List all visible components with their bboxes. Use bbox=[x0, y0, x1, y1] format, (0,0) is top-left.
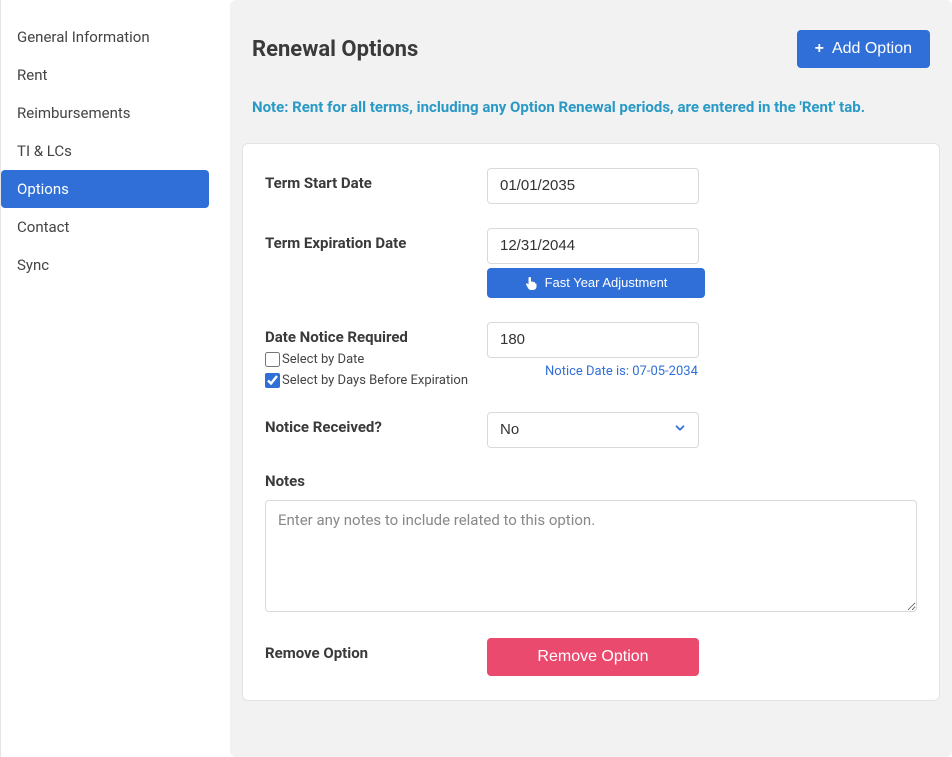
page-header: Renewal Options + Add Option bbox=[242, 0, 940, 68]
term-expiration-row: Term Expiration Date Fast Year Adjustmen… bbox=[265, 228, 917, 298]
sidebar: General Information Rent Reimbursements … bbox=[0, 0, 210, 757]
hand-pointer-icon bbox=[525, 276, 537, 290]
info-note: Note: Rent for all terms, including any … bbox=[242, 68, 922, 129]
term-start-input[interactable] bbox=[487, 168, 699, 204]
notes-textarea[interactable] bbox=[265, 500, 917, 612]
sidebar-item-options[interactable]: Options bbox=[1, 170, 209, 208]
select-by-date-label: Select by Date bbox=[282, 352, 364, 367]
select-by-date-checkbox-row[interactable]: Select by Date bbox=[265, 352, 487, 367]
date-notice-row: Date Notice Required Select by Date Sele… bbox=[265, 322, 917, 388]
select-by-days-checkbox-row[interactable]: Select by Days Before Expiration bbox=[265, 373, 487, 388]
select-by-days-label: Select by Days Before Expiration bbox=[282, 373, 468, 388]
add-option-label: Add Option bbox=[832, 40, 912, 58]
date-notice-label: Date Notice Required bbox=[265, 328, 408, 346]
sidebar-item-general-information[interactable]: General Information bbox=[1, 18, 210, 56]
select-by-days-checkbox[interactable] bbox=[265, 373, 280, 388]
notice-date-text: Notice Date is: 07-05-2034 bbox=[545, 364, 917, 379]
remove-option-row: Remove Option Remove Option bbox=[265, 638, 917, 676]
notice-received-label: Notice Received? bbox=[265, 418, 382, 436]
sidebar-item-ti-lcs[interactable]: TI & LCs bbox=[1, 132, 210, 170]
sidebar-item-rent[interactable]: Rent bbox=[1, 56, 210, 94]
notes-block: Notes bbox=[265, 472, 917, 616]
term-start-label: Term Start Date bbox=[265, 174, 372, 192]
term-expiration-label: Term Expiration Date bbox=[265, 234, 406, 252]
notice-received-select-wrapper[interactable]: No bbox=[487, 412, 699, 448]
select-by-date-checkbox[interactable] bbox=[265, 352, 280, 367]
sidebar-item-reimbursements[interactable]: Reimbursements bbox=[1, 94, 210, 132]
add-option-button[interactable]: + Add Option bbox=[797, 30, 930, 68]
sidebar-item-sync[interactable]: Sync bbox=[1, 246, 210, 284]
fast-year-label: Fast Year Adjustment bbox=[545, 275, 668, 290]
page-title: Renewal Options bbox=[252, 37, 418, 62]
main-content: Renewal Options + Add Option Note: Rent … bbox=[230, 0, 952, 757]
sidebar-item-contact[interactable]: Contact bbox=[1, 208, 210, 246]
date-notice-input[interactable] bbox=[487, 322, 699, 358]
notice-received-row: Notice Received? No bbox=[265, 412, 917, 448]
plus-icon: + bbox=[815, 41, 824, 57]
fast-year-adjustment-button[interactable]: Fast Year Adjustment bbox=[487, 268, 705, 298]
term-start-row: Term Start Date bbox=[265, 168, 917, 204]
term-expiration-input[interactable] bbox=[487, 228, 699, 264]
remove-option-button[interactable]: Remove Option bbox=[487, 638, 699, 676]
remove-option-label: Remove Option bbox=[265, 644, 368, 662]
notice-received-select[interactable]: No bbox=[487, 412, 699, 448]
notes-label: Notes bbox=[265, 472, 917, 490]
option-card: Term Start Date Term Expiration Date Fas… bbox=[242, 143, 940, 701]
